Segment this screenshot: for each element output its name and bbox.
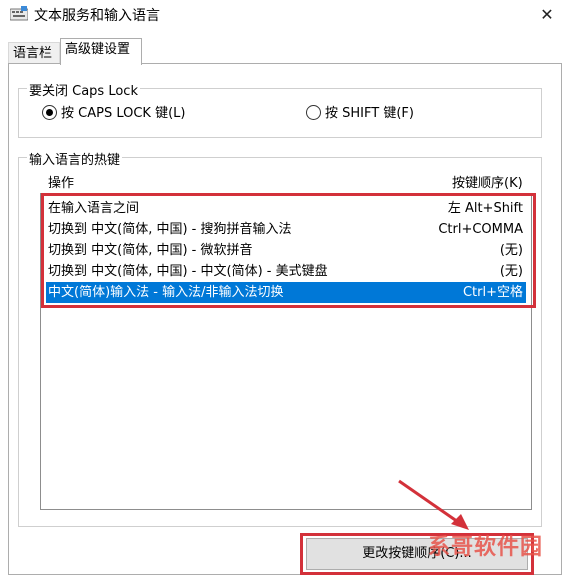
column-header-keys[interactable]: 按键顺序(K)	[452, 172, 523, 191]
watermark-logo: 系哥软件园	[428, 530, 560, 566]
close-icon: ✕	[540, 5, 554, 24]
list-item-keys: Ctrl+空格	[462, 285, 523, 300]
list-item-action: 在输入语言之间	[48, 201, 140, 216]
radio-unselected-icon[interactable]	[306, 105, 321, 120]
watermark-text: 系哥软件园	[428, 535, 544, 560]
list-item-selected[interactable]: 中文(简体)输入法 - 输入法/非输入法切换 Ctrl+空格	[46, 282, 526, 303]
tab-language-bar[interactable]: 语言栏	[8, 42, 60, 64]
radio-shift-label: 按 SHIFT 键(F)	[325, 106, 414, 121]
list-item[interactable]: 切换到 中文(简体, 中国) - 中文(简体) - 美式键盘 (无)	[46, 261, 526, 282]
keyboard-app-icon	[9, 6, 29, 22]
caps-lock-legend: 要关闭 Caps Lock	[27, 80, 140, 99]
list-item-keys: (无)	[499, 264, 523, 279]
list-item-keys: 左 Alt+Shift	[447, 201, 523, 216]
list-item[interactable]: 在输入语言之间 左 Alt+Shift	[46, 198, 526, 219]
radio-selected-icon[interactable]	[42, 105, 57, 120]
list-item-keys: (无)	[499, 243, 523, 258]
list-item-action: 切换到 中文(简体, 中国) - 中文(简体) - 美式键盘	[48, 264, 328, 279]
list-item-keys: Ctrl+COMMA	[438, 222, 523, 237]
list-item-action: 中文(简体)输入法 - 输入法/非输入法切换	[48, 285, 284, 300]
list-item-action: 切换到 中文(简体, 中国) - 搜狗拼音输入法	[48, 222, 292, 237]
window-title: 文本服务和输入语言	[34, 8, 160, 24]
radio-caps-lock-label: 按 CAPS LOCK 键(L)	[61, 106, 186, 121]
list-item[interactable]: 切换到 中文(简体, 中国) - 微软拼音 (无)	[46, 240, 526, 261]
close-button[interactable]: ✕	[524, 0, 570, 30]
tab-advanced-key-settings[interactable]: 高级键设置	[60, 38, 142, 65]
list-item[interactable]: 切换到 中文(简体, 中国) - 搜狗拼音输入法 Ctrl+COMMA	[46, 219, 526, 240]
annotation-arrow-icon	[398, 479, 469, 530]
hotkeys-legend: 输入语言的热键	[27, 149, 123, 168]
radio-caps-lock[interactable]: 按 CAPS LOCK 键(L)	[42, 104, 185, 124]
list-item-action: 切换到 中文(简体, 中国) - 微软拼音	[48, 243, 253, 258]
radio-shift[interactable]: 按 SHIFT 键(F)	[306, 104, 414, 124]
title-bar: 文本服务和输入语言 ✕	[0, 0, 570, 30]
column-header-action[interactable]: 操作	[48, 172, 74, 191]
